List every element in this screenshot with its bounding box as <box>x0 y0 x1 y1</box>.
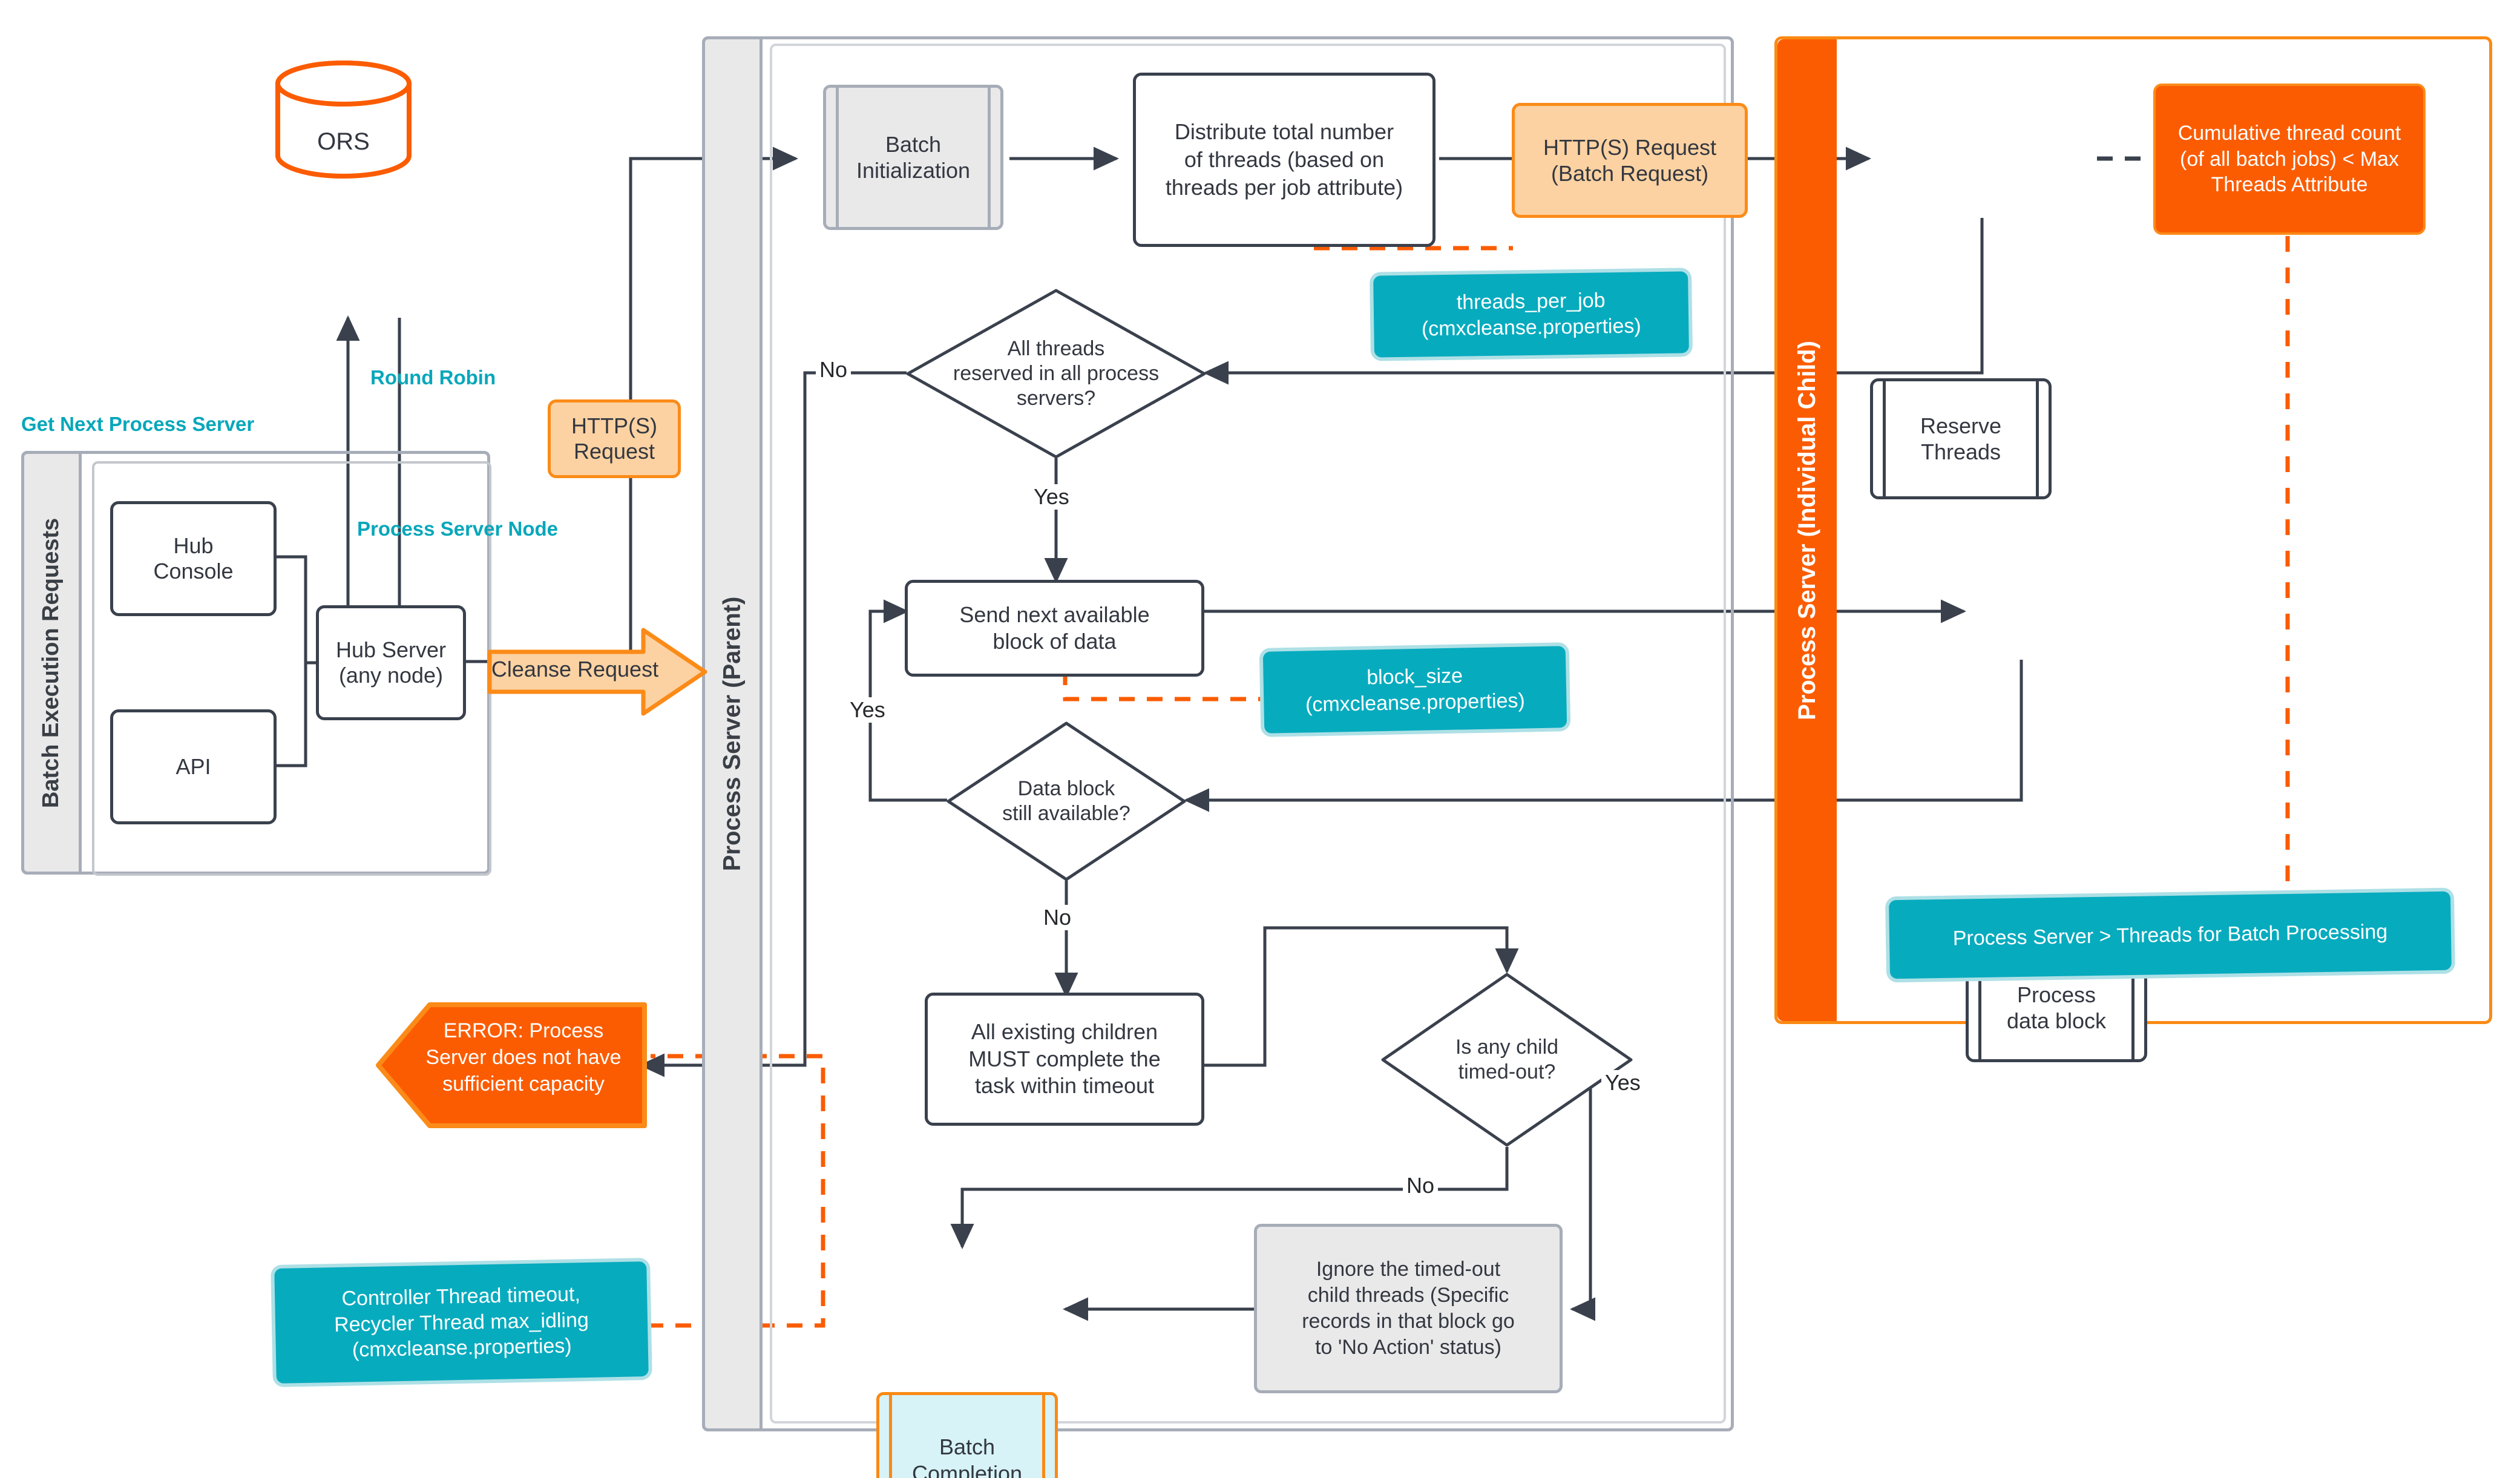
node-batch-initialization-label: Batch Initialization <box>856 131 971 183</box>
predefined-bar-right <box>988 88 991 227</box>
note-block-size: block_size (cmxcleanse.properties) <box>1262 646 1567 734</box>
cylinder-shape <box>275 61 412 179</box>
note-threads-per-job: threads_per_job (cmxcleanse.properties) <box>1373 271 1689 358</box>
predefined-bar-left <box>836 88 839 227</box>
edge-label-yes-child-timed-out: Yes <box>1601 1070 1644 1095</box>
edge-label-no-threads-reserved: No <box>816 357 851 383</box>
note-threads-for-batch: Process Server > Threads for Batch Proce… <box>1889 891 2452 979</box>
node-api-label: API <box>176 754 211 779</box>
decision-is-any-child-timed-out-label: Is any child timed-out? <box>1455 1035 1559 1083</box>
diagram-canvas: Batch Execution Requests Process Server … <box>0 0 2520 1478</box>
edge-label-yes-threads-reserved: Yes <box>1030 484 1073 510</box>
node-cumulative-thread-count-label: Cumulative thread count (of all batch jo… <box>2177 121 2401 197</box>
node-http-batch-request-label: HTTP(S) Request (Batch Request) <box>1543 134 1717 186</box>
edge-label-yes-data-block: Yes <box>846 697 889 723</box>
node-cleanse-request[interactable]: Cleanse Request <box>487 626 708 717</box>
pool-header-process-server-parent: Process Server (Parent) <box>702 36 763 1431</box>
node-batch-completion-label: Batch Completion <box>911 1434 1023 1478</box>
pool-label-process-server-parent: Process Server (Parent) <box>718 596 746 872</box>
ors-datastore: ORS <box>275 61 412 179</box>
node-ignore-timed-out[interactable]: Ignore the timed-out child threads (Spec… <box>1254 1224 1563 1393</box>
node-send-next-block[interactable]: Send next available block of data <box>905 580 1204 677</box>
note-threads-per-job-label: threads_per_job (cmxcleanse.properties) <box>1421 289 1641 341</box>
node-api[interactable]: API <box>110 709 277 824</box>
node-http-request[interactable]: HTTP(S) Request <box>548 399 681 478</box>
note-controller-thread: Controller Thread timeout, Recycler Thre… <box>274 1261 649 1384</box>
node-batch-initialization[interactable]: Batch Initialization <box>823 85 1003 230</box>
node-batch-completion[interactable]: Batch Completion <box>876 1392 1058 1478</box>
node-ignore-timed-out-label: Ignore the timed-out child threads (Spec… <box>1302 1258 1515 1359</box>
node-hub-console[interactable]: Hub Console <box>110 501 277 616</box>
predefined-bar-right <box>2036 381 2039 496</box>
decision-all-threads-reserved[interactable]: All threads reserved in all process serv… <box>905 287 1207 460</box>
note-block-size-label: block_size (cmxcleanse.properties) <box>1305 664 1526 716</box>
node-http-batch-request[interactable]: HTTP(S) Request (Batch Request) <box>1512 103 1748 218</box>
predefined-bar-left <box>1883 381 1886 496</box>
decision-data-block-available-label: Data block still available? <box>1002 777 1130 825</box>
node-reserve-threads-label: Reserve Threads <box>1920 413 2002 464</box>
note-threads-for-batch-label: Process Server > Threads for Batch Proce… <box>1952 920 2388 950</box>
pool-header-process-server-child: Process Server (Individual Child) <box>1777 39 1837 1021</box>
node-http-request-label: HTTP(S) Request <box>571 413 657 464</box>
node-hub-server-label: Hub Server (any node) <box>335 637 447 688</box>
node-all-children-complete-label: All existing children MUST complete the … <box>968 1019 1161 1099</box>
node-cleanse-request-label: Cleanse Request <box>491 657 659 682</box>
edge-label-no-data-block: No <box>1040 905 1075 930</box>
note-controller-thread-label: Controller Thread timeout, Recycler Thre… <box>333 1282 589 1362</box>
node-cumulative-thread-count[interactable]: Cumulative thread count (of all batch jo… <box>2153 84 2426 235</box>
decision-is-any-child-timed-out[interactable]: Is any child timed-out? <box>1380 971 1634 1148</box>
node-distribute-threads[interactable]: Distribute total number of threads (base… <box>1133 73 1436 247</box>
label-process-server-node: Process Server Node <box>357 517 559 540</box>
node-error-capacity[interactable]: ERROR: Process Server does not have suff… <box>375 1002 648 1129</box>
node-hub-server[interactable]: Hub Server (any node) <box>316 605 466 720</box>
node-reserve-threads[interactable]: Reserve Threads <box>1870 378 2052 499</box>
node-error-capacity-label: ERROR: Process Server does not have suff… <box>425 1019 622 1096</box>
pool-label-process-server-child: Process Server (Individual Child) <box>1793 340 1820 720</box>
label-get-next-process-server: Get Next Process Server <box>21 413 255 435</box>
node-hub-console-label: Hub Console <box>153 533 234 583</box>
label-round-robin: Round Robin <box>370 366 496 389</box>
node-distribute-threads-label: Distribute total number of threads (base… <box>1165 119 1403 200</box>
edge-label-no-child-timed-out: No <box>1403 1173 1439 1198</box>
predefined-bar-left <box>889 1395 892 1478</box>
pool-header-batch-execution-requests: Batch Execution Requests <box>21 451 82 875</box>
decision-all-threads-reserved-label: All threads reserved in all process serv… <box>953 337 1160 410</box>
node-process-data-block-label: Process data block <box>2006 982 2107 1033</box>
node-send-next-block-label: Send next available block of data <box>959 602 1150 654</box>
ors-label: ORS <box>317 128 370 155</box>
parent-pool-inner-frame <box>770 44 1726 1424</box>
decision-data-block-available[interactable]: Data block still available? <box>945 720 1187 882</box>
pool-label-batch-execution-requests: Batch Execution Requests <box>38 517 64 808</box>
predefined-bar-right <box>1042 1395 1045 1478</box>
node-all-children-complete[interactable]: All existing children MUST complete the … <box>925 993 1204 1126</box>
